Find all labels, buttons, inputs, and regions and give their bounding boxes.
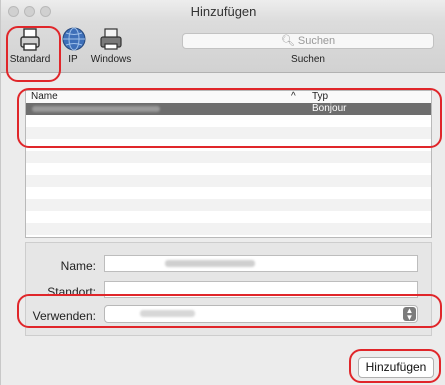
list-item xyxy=(26,175,431,187)
column-header-type[interactable]: Typ xyxy=(312,91,328,102)
toolbar-ip-label: IP xyxy=(68,54,78,65)
list-item xyxy=(26,211,431,223)
list-item[interactable]: Bonjour xyxy=(26,103,431,115)
search-input[interactable]: 🔍︎ Suchen xyxy=(182,33,434,49)
add-printer-window: Hinzufügen Standard IP Windows 🔍︎ Suchen… xyxy=(0,0,445,385)
list-item xyxy=(26,187,431,199)
printer-type: Bonjour xyxy=(312,103,347,114)
driver-value-redacted xyxy=(140,310,195,317)
printer-list[interactable]: Name ^ Typ Bonjour xyxy=(25,90,432,238)
toolbar-ip-button[interactable]: IP xyxy=(59,24,87,65)
windows-printer-icon xyxy=(100,28,122,50)
window-title: Hinzufügen xyxy=(190,4,257,19)
list-item xyxy=(26,163,431,175)
search-caption: Suchen xyxy=(291,54,325,65)
driver-select[interactable]: ▲ ▼ xyxy=(104,305,418,323)
sort-indicator-icon: ^ xyxy=(291,91,296,102)
toolbar-windows-label: Windows xyxy=(90,54,132,65)
name-label: Name: xyxy=(60,259,96,273)
default-printer-icon xyxy=(20,28,40,51)
name-field[interactable] xyxy=(104,255,418,272)
toolbar-windows-button[interactable]: Windows xyxy=(89,24,133,65)
toolbar-standard-button[interactable]: Standard xyxy=(9,24,51,65)
list-item xyxy=(26,139,431,151)
list-item xyxy=(26,223,431,235)
search-placeholder: Suchen xyxy=(297,35,336,47)
location-field[interactable] xyxy=(104,281,418,298)
list-item xyxy=(26,151,431,163)
name-value-redacted xyxy=(165,260,255,267)
list-item xyxy=(26,199,431,211)
globe-icon xyxy=(62,27,86,51)
toolbar-standard-label: Standard xyxy=(9,54,51,65)
search-icon: 🔍︎ xyxy=(280,35,295,47)
list-item xyxy=(26,127,431,139)
driver-label: Verwenden: xyxy=(32,309,96,323)
column-header-name[interactable]: Name xyxy=(31,91,58,102)
location-label: Standort: xyxy=(47,285,96,299)
toolbar: Standard IP Windows 🔍︎ Suchen Suchen xyxy=(1,22,445,73)
title-bar: Hinzufügen xyxy=(1,0,445,22)
list-item xyxy=(26,115,431,127)
chevron-updown-icon: ▲ ▼ xyxy=(403,307,416,322)
add-button[interactable]: Hinzufügen xyxy=(358,357,434,378)
printer-name-redacted xyxy=(32,106,160,112)
